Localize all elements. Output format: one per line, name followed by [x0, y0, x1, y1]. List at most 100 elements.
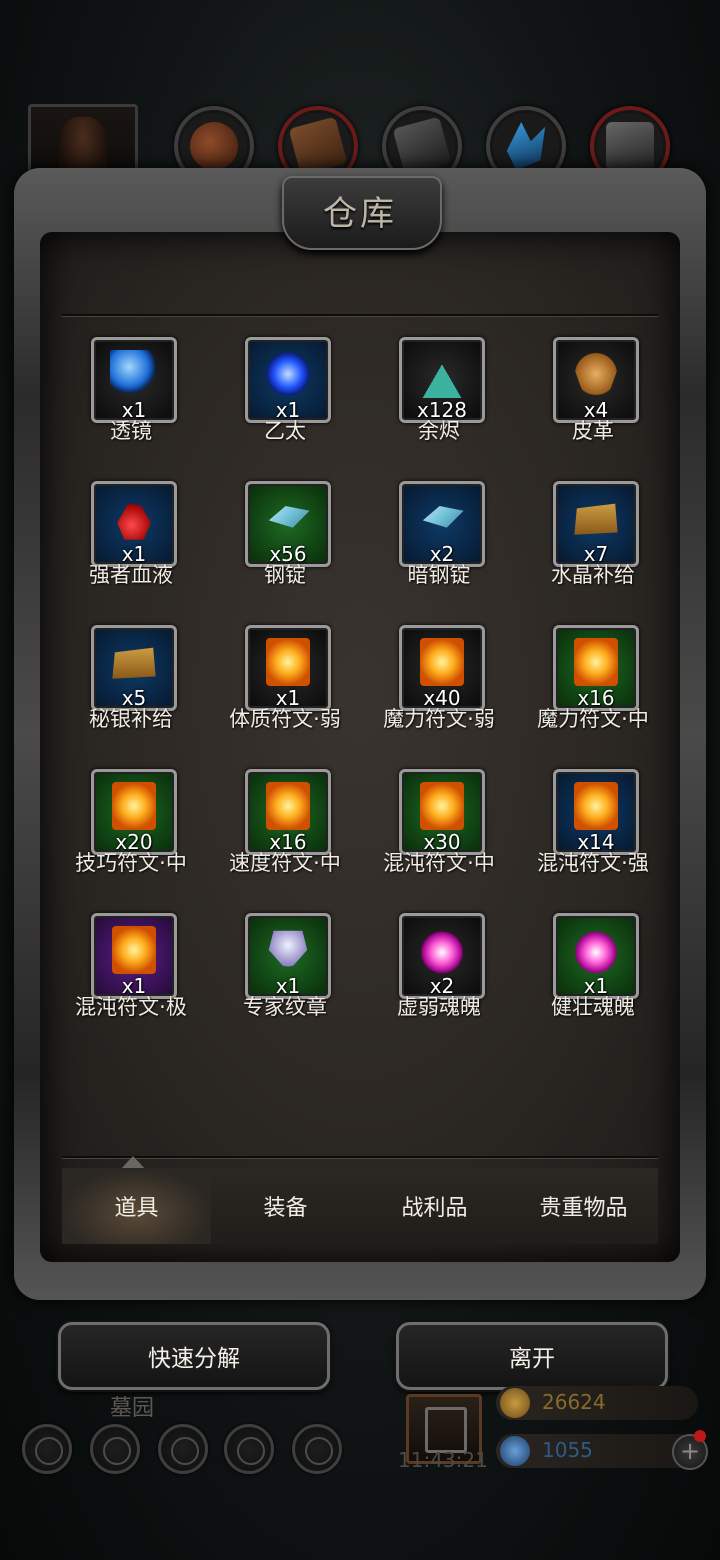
item-name: 魔力符文·弱	[383, 707, 495, 731]
zone-name: 墓园	[110, 1396, 155, 1421]
gold-counter: 26624	[496, 1386, 698, 1420]
book-icon	[171, 1437, 199, 1465]
blood-icon	[117, 494, 151, 540]
rune-icon	[266, 638, 310, 686]
item-cell[interactable]: x1 体质符文·弱	[214, 625, 364, 745]
ingot-icon	[422, 506, 464, 528]
stone-slab-icon	[392, 116, 452, 176]
item-cell[interactable]: x56 钢锭	[214, 481, 364, 601]
item-name: 魔力符文·中	[537, 707, 649, 731]
rune-icon	[574, 782, 618, 830]
tab-items[interactable]: 道具	[62, 1168, 211, 1244]
game-clock: 11:43:21	[398, 1448, 488, 1472]
item-slot[interactable]: x20	[91, 769, 177, 855]
item-slot[interactable]: x30	[399, 769, 485, 855]
item-cell[interactable]: x2 暗钢锭	[368, 481, 518, 601]
item-slot[interactable]: x1	[245, 625, 331, 711]
item-slot[interactable]: x16	[245, 769, 331, 855]
item-cell[interactable]: x20 技巧符文·中	[60, 769, 210, 889]
item-name: 皮革	[572, 419, 614, 443]
rune-icon	[420, 782, 464, 830]
leave-button[interactable]: 离开	[396, 1322, 668, 1390]
rune-icon	[420, 638, 464, 686]
item-slot[interactable]: x5	[91, 625, 177, 711]
item-cell[interactable]: x1 混沌符文·极	[60, 913, 210, 1033]
item-slot[interactable]: x14	[553, 769, 639, 855]
star-icon	[103, 1437, 131, 1465]
item-slot[interactable]: x7	[553, 481, 639, 567]
item-name: 虚弱魂魄	[397, 995, 481, 1019]
gem-value: 1055	[542, 1438, 593, 1462]
tab-valuables[interactable]: 贵重物品	[509, 1168, 658, 1244]
rune-icon	[266, 782, 310, 830]
item-grid-viewport[interactable]: x7银质徽章x26诅咒金属x43幼龙肉x5十字镐x1透镜x1乙太x128余烬x4…	[60, 318, 660, 1150]
gift-box-icon	[425, 1407, 467, 1453]
item-cell[interactable]: x7 水晶补给	[522, 481, 660, 601]
soul-icon	[418, 926, 466, 974]
item-slot[interactable]: x56	[245, 481, 331, 567]
chest-icon	[574, 503, 618, 535]
item-name: 混沌符文·强	[537, 851, 649, 875]
chest-icon	[112, 647, 156, 679]
item-cell[interactable]: x1 强者血液	[60, 481, 210, 601]
top-divider	[62, 314, 658, 317]
wood-planks-icon	[288, 116, 348, 176]
item-name: 混沌符文·极	[75, 995, 187, 1019]
tab-loot[interactable]: 战利品	[360, 1168, 509, 1244]
item-slot[interactable]: x1	[245, 913, 331, 999]
notification-dot	[694, 1430, 706, 1442]
item-slot[interactable]: x1	[245, 337, 331, 423]
item-slot[interactable]: x1	[91, 337, 177, 423]
gear-icon	[35, 1437, 63, 1465]
ether-icon	[264, 350, 312, 398]
item-slot[interactable]: x128	[399, 337, 485, 423]
crystal-icon	[506, 122, 546, 170]
item-slot[interactable]: x40	[399, 625, 485, 711]
item-cell[interactable]: x4 皮革	[522, 337, 660, 457]
gem-counter: 1055	[496, 1434, 698, 1468]
panel-title: 仓库	[323, 194, 397, 234]
item-slot[interactable]: x16	[553, 625, 639, 711]
item-cell[interactable]: x30 混沌符文·中	[368, 769, 518, 889]
item-cell[interactable]: x40 魔力符文·弱	[368, 625, 518, 745]
gold-coin-icon	[500, 1388, 530, 1418]
tab-equipment[interactable]: 装备	[211, 1168, 360, 1244]
soul-icon	[572, 926, 620, 974]
mail-button[interactable]	[224, 1424, 274, 1474]
item-cell[interactable]: x5 秘银补给	[60, 625, 210, 745]
item-cell[interactable]: x16 速度符文·中	[214, 769, 364, 889]
rune-icon	[112, 782, 156, 830]
item-name: 技巧符文·中	[75, 851, 187, 875]
bottom-divider	[62, 1156, 658, 1159]
item-name: 透镜	[110, 419, 152, 443]
mail-icon	[237, 1437, 265, 1465]
item-slot[interactable]: x4	[553, 337, 639, 423]
quick-decompose-button[interactable]: 快速分解	[58, 1322, 330, 1390]
tools-button[interactable]	[292, 1424, 342, 1474]
item-cell[interactable]: x16 魔力符文·中	[522, 625, 660, 745]
item-slot[interactable]: x1	[91, 913, 177, 999]
item-name: 强者血液	[89, 563, 173, 587]
item-name: 钢锭	[264, 563, 306, 587]
achievements-button[interactable]	[90, 1424, 140, 1474]
item-slot[interactable]: x2	[399, 481, 485, 567]
settings-button[interactable]	[22, 1424, 72, 1474]
iron-bars-icon	[606, 122, 654, 170]
item-cell[interactable]: x1 专家纹章	[214, 913, 364, 1033]
item-cell[interactable]: x2 虚弱魂魄	[368, 913, 518, 1033]
item-name: 体质符文·弱	[229, 707, 341, 731]
codex-button[interactable]	[158, 1424, 208, 1474]
item-cell[interactable]: x1 透镜	[60, 337, 210, 457]
item-name: 健壮魂魄	[551, 995, 635, 1019]
item-cell[interactable]: x128 余烬	[368, 337, 518, 457]
item-cell[interactable]: x1 乙太	[214, 337, 364, 457]
item-slot[interactable]: x1	[553, 913, 639, 999]
gem-icon	[500, 1436, 530, 1466]
gold-value: 26624	[542, 1390, 606, 1414]
hammer-icon	[305, 1437, 333, 1465]
item-slot[interactable]: x2	[399, 913, 485, 999]
item-cell[interactable]: x1 健壮魂魄	[522, 913, 660, 1033]
item-cell[interactable]: x14 混沌符文·强	[522, 769, 660, 889]
rune-icon	[574, 638, 618, 686]
item-slot[interactable]: x1	[91, 481, 177, 567]
